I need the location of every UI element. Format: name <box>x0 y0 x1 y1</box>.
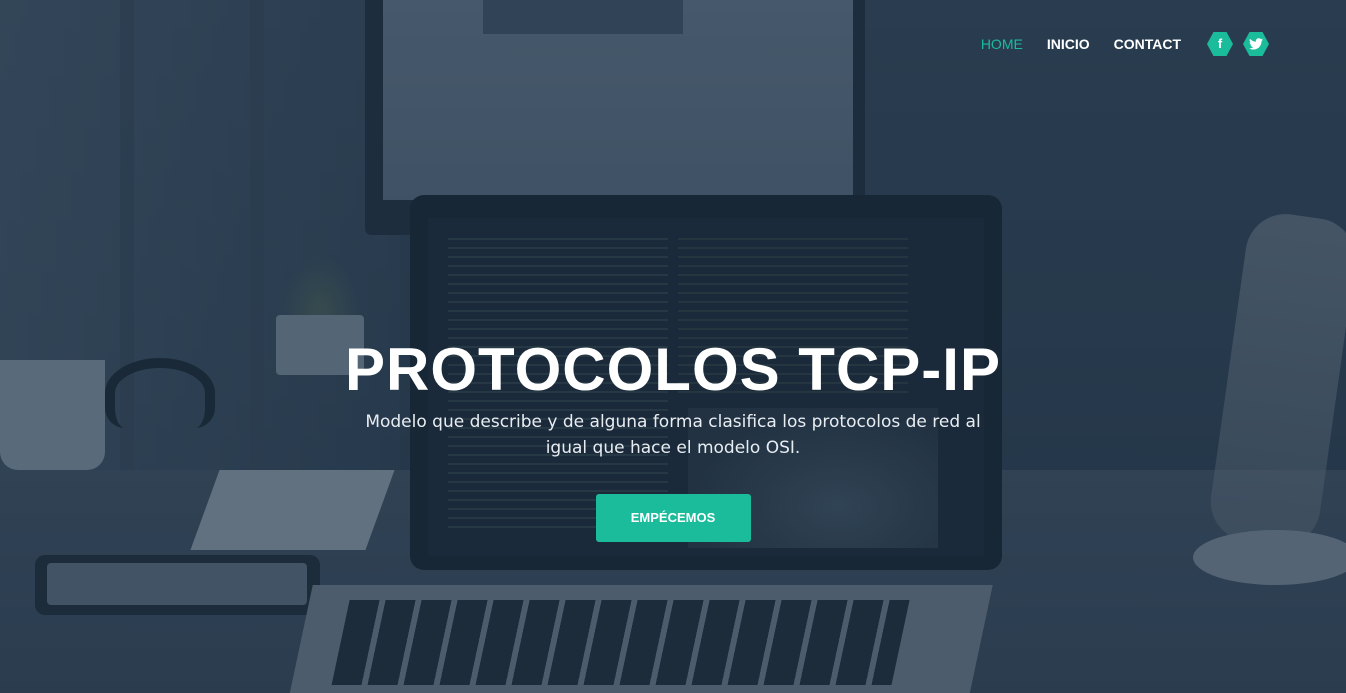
twitter-icon <box>1249 38 1263 50</box>
facebook-button[interactable]: f <box>1207 32 1233 56</box>
hero-content: PROTOCOLOS TCP-IP Modelo que describe y … <box>0 336 1346 542</box>
hero-title: PROTOCOLOS TCP-IP <box>345 336 1001 403</box>
twitter-button[interactable] <box>1243 32 1269 56</box>
hero-subtitle: Modelo que describe y de alguna forma cl… <box>365 412 981 458</box>
nav-link-inicio[interactable]: INICIO <box>1047 33 1090 55</box>
hero-section: HOME INICIO CONTACT f PROTOCOLOS TCP-IP … <box>0 0 1346 693</box>
nav-link-contact[interactable]: CONTACT <box>1114 33 1181 55</box>
social-links: f <box>1207 32 1269 56</box>
facebook-icon: f <box>1217 36 1223 51</box>
nav-link-home[interactable]: HOME <box>981 33 1023 55</box>
get-started-button[interactable]: EMPÉCEMOS <box>595 494 751 542</box>
main-nav: HOME INICIO CONTACT f <box>957 32 1269 56</box>
